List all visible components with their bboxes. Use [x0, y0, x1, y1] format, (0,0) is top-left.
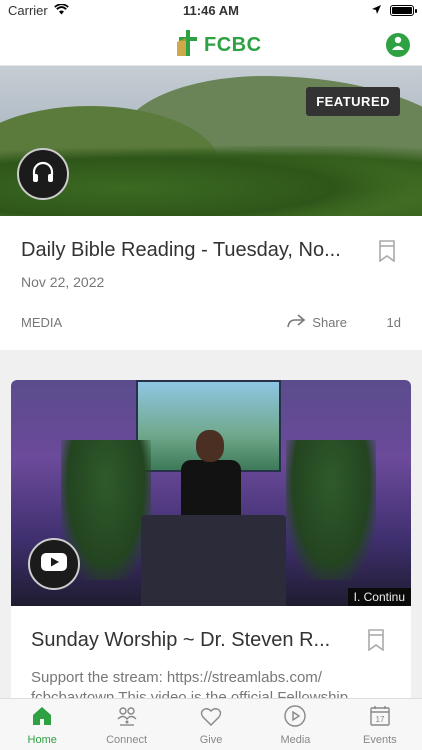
youtube-icon	[40, 552, 68, 577]
tab-home[interactable]: Home	[0, 699, 84, 750]
tab-give[interactable]: Give	[169, 699, 253, 750]
card-category: MEDIA	[21, 315, 63, 330]
app-logo: FCBC	[176, 28, 262, 63]
bookmark-button[interactable]	[367, 629, 385, 656]
cross-logo-icon	[176, 28, 200, 63]
share-arrow-icon	[286, 313, 306, 332]
user-profile-icon	[390, 35, 406, 56]
status-time: 11:46 AM	[183, 3, 239, 18]
home-icon	[30, 704, 54, 731]
headphones-icon	[29, 158, 57, 191]
video-caption: I. Continu	[347, 588, 411, 606]
share-button[interactable]: Share	[286, 313, 347, 332]
tab-label-events: Events	[363, 733, 397, 746]
feed-card-daily-bible[interactable]: FEATURED Daily Bible Reading - Tuesday, …	[0, 66, 422, 350]
status-bar: Carrier 11:46 AM	[0, 0, 422, 22]
share-label: Share	[312, 315, 347, 330]
feed-card-sunday-worship[interactable]: I. Continu Sunday Worship ~ Dr. Steven R…	[11, 380, 411, 698]
tab-connect[interactable]: Connect	[84, 699, 168, 750]
location-arrow-icon	[371, 3, 382, 18]
podium	[141, 515, 286, 606]
bookmark-icon	[378, 240, 396, 266]
bookmark-icon	[367, 629, 385, 655]
connect-icon	[115, 704, 139, 731]
card-title[interactable]: Daily Bible Reading - Tuesday, No...	[21, 239, 361, 262]
battery-icon	[390, 5, 417, 16]
status-right	[371, 3, 417, 18]
calendar-icon: 17	[368, 704, 392, 731]
audio-play-button[interactable]	[17, 148, 69, 200]
calendar-day: 17	[375, 715, 384, 724]
tab-media[interactable]: Media	[253, 699, 337, 750]
card-title[interactable]: Sunday Worship ~ Dr. Steven R...	[31, 629, 351, 652]
featured-badge: FEATURED	[306, 87, 400, 116]
heart-icon	[199, 704, 223, 731]
bottom-tab-bar: Home Connect Give Media 17 Events	[0, 698, 422, 750]
play-circle-icon	[283, 704, 307, 731]
plant-decoration	[286, 440, 376, 580]
tab-events[interactable]: 17 Events	[338, 699, 422, 750]
tab-label-give: Give	[199, 733, 223, 746]
top-navbar: FCBC	[0, 22, 422, 66]
card-image-mountains[interactable]: FEATURED	[0, 66, 422, 216]
content-feed[interactable]: FEATURED Daily Bible Reading - Tuesday, …	[0, 66, 422, 698]
profile-button[interactable]	[386, 33, 410, 57]
tab-label-connect: Connect	[106, 733, 148, 746]
card-description: Support the stream: https://streamlabs.c…	[31, 669, 349, 698]
card-image-sermon[interactable]: I. Continu	[11, 380, 411, 606]
bookmark-button[interactable]	[378, 240, 396, 267]
tab-label-home: Home	[27, 733, 57, 746]
video-play-button[interactable]	[28, 538, 80, 590]
card-date: Nov 22, 2022	[21, 274, 105, 290]
card-age: 1d	[386, 315, 401, 330]
logo-text: FCBC	[204, 34, 262, 56]
tab-label-media: Media	[280, 733, 311, 746]
